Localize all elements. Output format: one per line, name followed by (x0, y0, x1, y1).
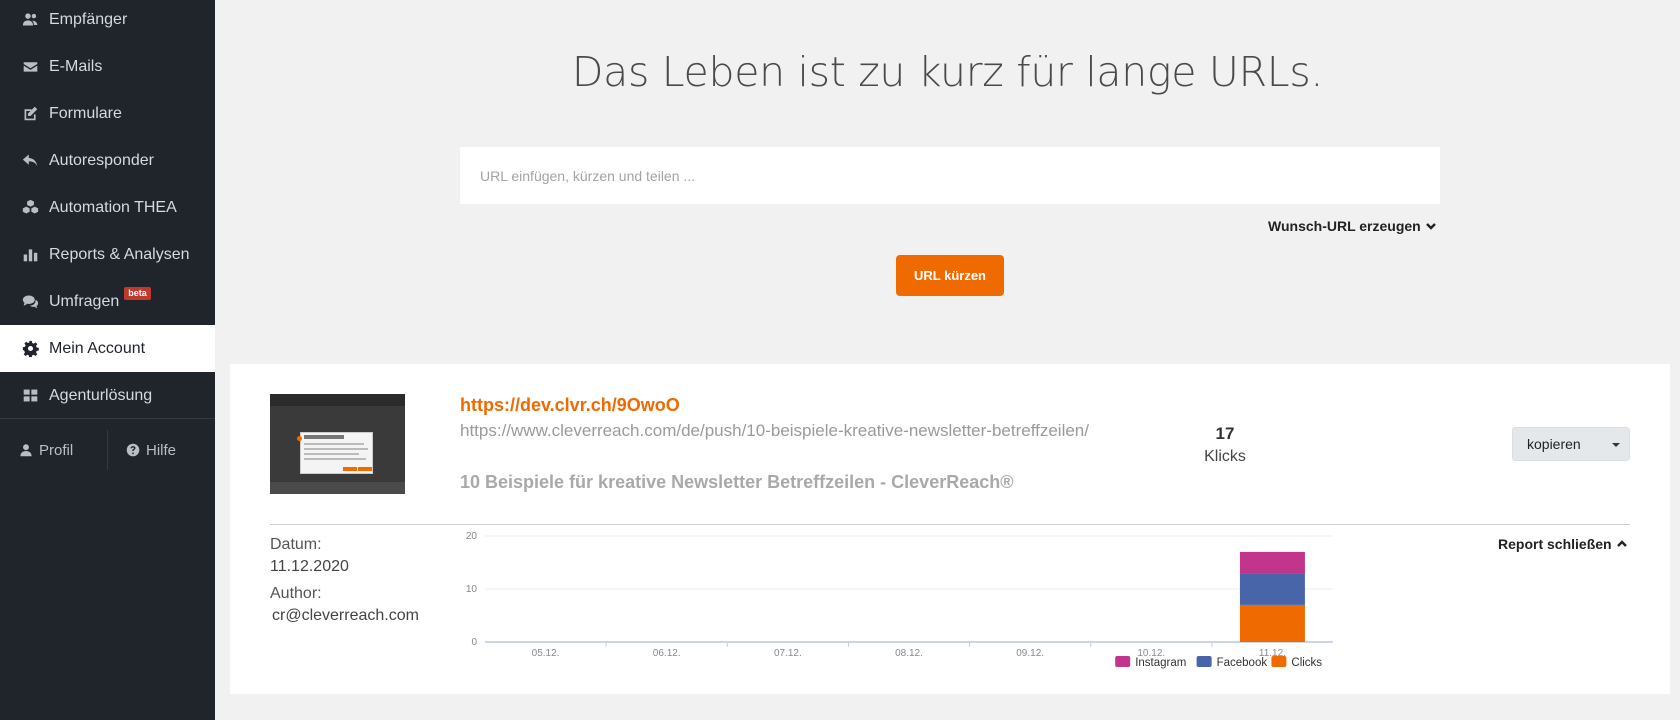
legend-swatch (1196, 656, 1212, 667)
sidebar-item-label: E-Mails (49, 57, 103, 75)
short-url-link[interactable]: https://dev.clvr.ch/9OwoO (460, 395, 680, 416)
sidebar-item-umfragen[interactable]: Umfragen beta (0, 278, 215, 325)
sidebar-item-mein-account[interactable]: Mein Account (0, 325, 215, 372)
sidebar-item-agenturloesung[interactable]: Agenturlösung (0, 372, 215, 419)
legend-label: Facebook (1217, 657, 1268, 669)
help-link[interactable]: Hilfe (126, 420, 176, 480)
sidebar-item-label: Formulare (49, 104, 122, 122)
clicks-label: Klicks (1204, 448, 1246, 465)
help-label: Hilfe (146, 441, 177, 459)
x-tick-label: 07.12. (774, 648, 802, 659)
edit-icon (20, 104, 40, 124)
reply-icon (20, 151, 40, 171)
beta-badge: beta (124, 287, 151, 300)
sidebar-divider (0, 418, 215, 419)
sidebar-item-label: Autoresponder (49, 151, 154, 169)
legend-swatch (1271, 656, 1287, 667)
close-report-label: Report schließen (1498, 536, 1612, 552)
custom-url-label: Wunsch-URL erzeugen (1268, 218, 1421, 234)
profile-label: Profil (39, 441, 74, 459)
shorten-url-button[interactable]: URL kürzen (896, 255, 1004, 296)
sidebar-item-label: Mein Account (49, 339, 146, 357)
url-input[interactable] (460, 147, 1440, 204)
legend-swatch (1115, 656, 1131, 667)
grid-icon (20, 386, 40, 406)
comments-icon (20, 292, 40, 312)
date-value: 11.12.2020 (270, 558, 349, 575)
x-tick-label: 05.12. (532, 648, 560, 659)
sidebar-item-label: Agenturlösung (49, 386, 153, 404)
page-title: Das Leben ist zu kurz für lange URLs. (571, 48, 1324, 96)
legend-label: Instagram (1135, 657, 1186, 669)
sidebar-item-reports[interactable]: Reports & Analysen (0, 231, 215, 278)
copy-button[interactable]: kopieren (1512, 427, 1630, 461)
page-thumbnail (270, 394, 405, 494)
clicks-chart: 0102005.12. 06.12. 07.12. 08.12. 09.12. 10.12… (466, 531, 1333, 669)
sidebar-footer-divider (107, 430, 108, 470)
legend-label: Clicks (1291, 657, 1322, 669)
x-tick-label: 09.12. (1016, 648, 1044, 659)
custom-url-toggle[interactable]: Wunsch-URL erzeugen (1268, 218, 1437, 234)
profile-link[interactable]: Profil (19, 420, 73, 480)
close-report-toggle[interactable]: Report schließen (1498, 536, 1628, 552)
chevron-down-icon (1425, 223, 1436, 230)
y-tick-label: 0 (471, 637, 477, 648)
x-tick-label: 08.12. (895, 648, 923, 659)
users-icon (20, 10, 40, 30)
link-page-title: 10 Beispiele für kreative Newsletter Bet… (460, 472, 1014, 492)
sidebar-item-autoresponder[interactable]: Autoresponder (0, 137, 215, 184)
cubes-icon (20, 198, 40, 218)
x-tick-label: 06.12. (653, 648, 681, 659)
y-tick-label: 20 (466, 531, 478, 542)
sidebar-footer: Profil Hilfe (0, 420, 215, 480)
question-circle-icon (126, 443, 140, 457)
sidebar-item-automation[interactable]: Automation THEA (0, 184, 215, 231)
bar-clicks (1239, 604, 1305, 642)
sidebar-item-formulare[interactable]: Formulare (0, 90, 215, 137)
copy-button-label: kopieren (1527, 436, 1581, 452)
long-url: https://www.cleverreach.com/de/push/10-b… (460, 421, 1089, 440)
short-url-card: https://dev.clvr.ch/9OwoO https://www.cl… (230, 364, 1670, 694)
y-tick-label: 10 (466, 584, 478, 595)
bar-instagram (1239, 551, 1305, 574)
sidebar-item-label: Umfragen (49, 292, 120, 310)
chevron-up-icon (1616, 540, 1627, 547)
sidebar: Empfänger E-Mails Formulare Autoresponde… (0, 0, 215, 720)
sidebar-item-emails[interactable]: E-Mails (0, 43, 215, 90)
gear-icon (20, 339, 40, 359)
author-label: Author: (270, 585, 322, 602)
caret-down-icon[interactable] (1612, 443, 1620, 447)
card-divider (270, 524, 1630, 525)
sidebar-item-empfaenger[interactable]: Empfänger (0, 0, 215, 43)
user-icon (20, 444, 32, 457)
date-label: Datum: (270, 536, 322, 553)
author-value: cr@cleverreach.com (272, 607, 419, 624)
envelope-icon (20, 57, 40, 77)
sidebar-item-label: Empfänger (49, 10, 128, 28)
sidebar-item-label: Reports & Analysen (49, 245, 190, 263)
sidebar-item-label: Automation THEA (49, 198, 177, 216)
bar-facebook (1239, 573, 1305, 605)
bar-chart-icon (20, 245, 40, 265)
clicks-count: 17 (1215, 424, 1235, 443)
